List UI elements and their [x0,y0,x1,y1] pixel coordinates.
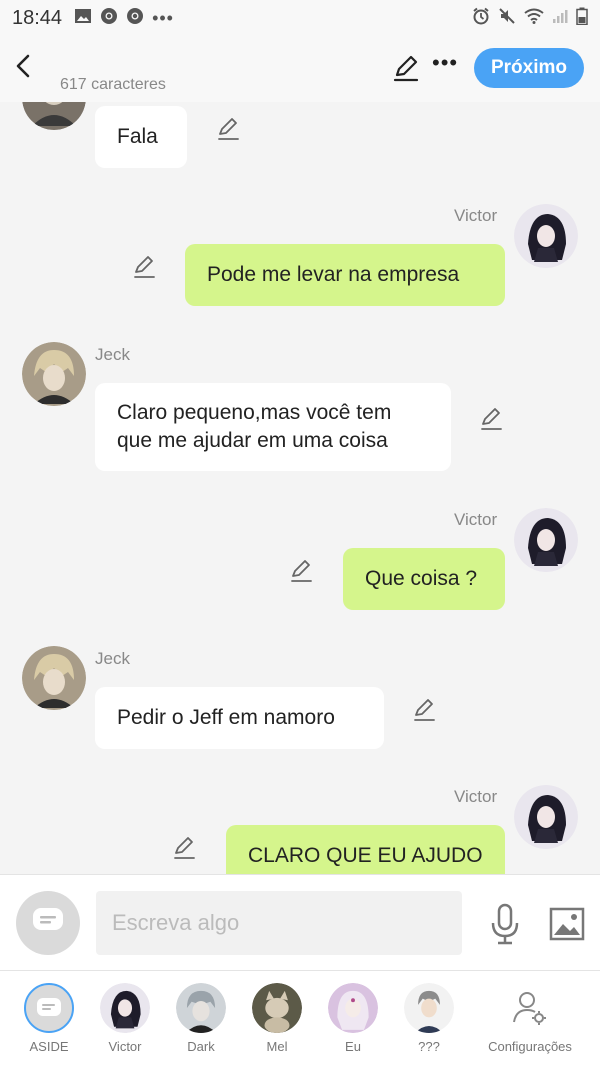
message-text: CLARO QUE EU AJUDO [248,844,483,867]
image-icon[interactable] [549,907,585,941]
composer-bar [0,874,600,970]
edit-pen-icon[interactable] [216,116,242,142]
edit-pen-icon[interactable] [392,54,420,82]
next-button[interactable]: Próximo [474,48,584,88]
edit-pen-icon[interactable] [479,406,505,432]
chrome-icon [126,7,144,30]
bottom-tab-bar: ASIDE Victor Dark Mel Eu ??? Configuraçõ… [0,970,600,1067]
alarm-icon [472,7,490,30]
character-count: 617 caracteres [60,76,166,93]
chat-mode-button[interactable] [16,891,80,955]
message-bubble[interactable]: Pedir o Jeff em namoro [95,687,384,749]
avatar[interactable] [22,102,86,130]
edit-pen-icon[interactable] [412,697,438,723]
microphone-icon[interactable] [490,903,520,945]
sender-name: Victor [454,206,498,225]
message-text: Fala [117,125,158,148]
wifi-icon [524,8,544,29]
chat-bubble-icon [32,907,64,940]
user-settings-icon [505,983,555,1033]
tab-label: ??? [418,1039,440,1054]
mute-icon [498,7,516,30]
avatar[interactable] [514,785,578,849]
tab-settings[interactable]: Configurações [480,971,580,1067]
chat-messages: Fala Victor Pode me levar na empresa Jec… [0,102,600,874]
edit-pen-icon[interactable] [172,835,198,861]
message-input[interactable] [96,891,462,955]
sender-name: Victor [454,510,498,529]
avatar[interactable] [22,342,86,406]
tab-label: Eu [345,1039,361,1054]
avatar[interactable] [22,646,86,710]
avatar[interactable] [514,204,578,268]
avatar [252,983,302,1033]
avatar [404,983,454,1033]
message-text: Que coisa ? [365,567,478,590]
message-text: Pode me levar na empresa [207,263,460,286]
sender-name: Jeck [95,649,130,668]
avatar[interactable] [514,508,578,572]
avatar [176,983,226,1033]
tab-label: Victor [108,1039,142,1054]
tab-label: Configurações [488,1039,572,1054]
message-bubble[interactable]: Que coisa ? [343,548,505,610]
tab-victor[interactable]: Victor [87,971,163,1067]
message-text: Pedir o Jeff em namoro [117,706,335,729]
battery-icon [576,7,588,30]
sender-name: Victor [454,787,498,806]
avatar [100,983,150,1033]
gallery-icon [74,8,92,29]
message-bubble[interactable]: Pode me levar na empresa [185,244,505,306]
tab-label: ASIDE [29,1039,69,1054]
tab-aside[interactable]: ASIDE [11,971,87,1067]
back-arrow-icon[interactable] [10,50,38,82]
tab-label: Dark [187,1039,215,1054]
status-time: 18:44 [12,6,63,29]
edit-pen-icon[interactable] [289,558,315,584]
tab-label: Mel [266,1039,288,1054]
tab-mel[interactable]: Mel [239,971,315,1067]
tab-unknown[interactable]: ??? [391,971,467,1067]
chat-bubble-icon [24,983,74,1033]
message-bubble[interactable]: Claro pequeno,mas você tem que me ajudar… [95,383,451,471]
signal-icon [552,8,568,29]
tab-eu[interactable]: Eu [315,971,391,1067]
message-bubble[interactable]: Fala [95,106,187,168]
more-options-icon[interactable]: ••• [432,50,458,76]
more-dots-icon: ••• [152,7,174,28]
message-bubble[interactable]: CLARO QUE EU AJUDO [226,825,505,874]
chat-header: 617 caracteres ••• Próximo [0,36,600,102]
sender-name: Jeck [95,345,130,364]
chrome-icon [100,7,118,30]
status-bar: 18:44 ••• [0,0,600,36]
message-text-line: que me ajudar em uma coisa [117,429,388,452]
edit-pen-icon[interactable] [132,254,158,280]
avatar [328,983,378,1033]
message-text-line: Claro pequeno,mas você tem [117,401,392,424]
tab-dark[interactable]: Dark [163,971,239,1067]
